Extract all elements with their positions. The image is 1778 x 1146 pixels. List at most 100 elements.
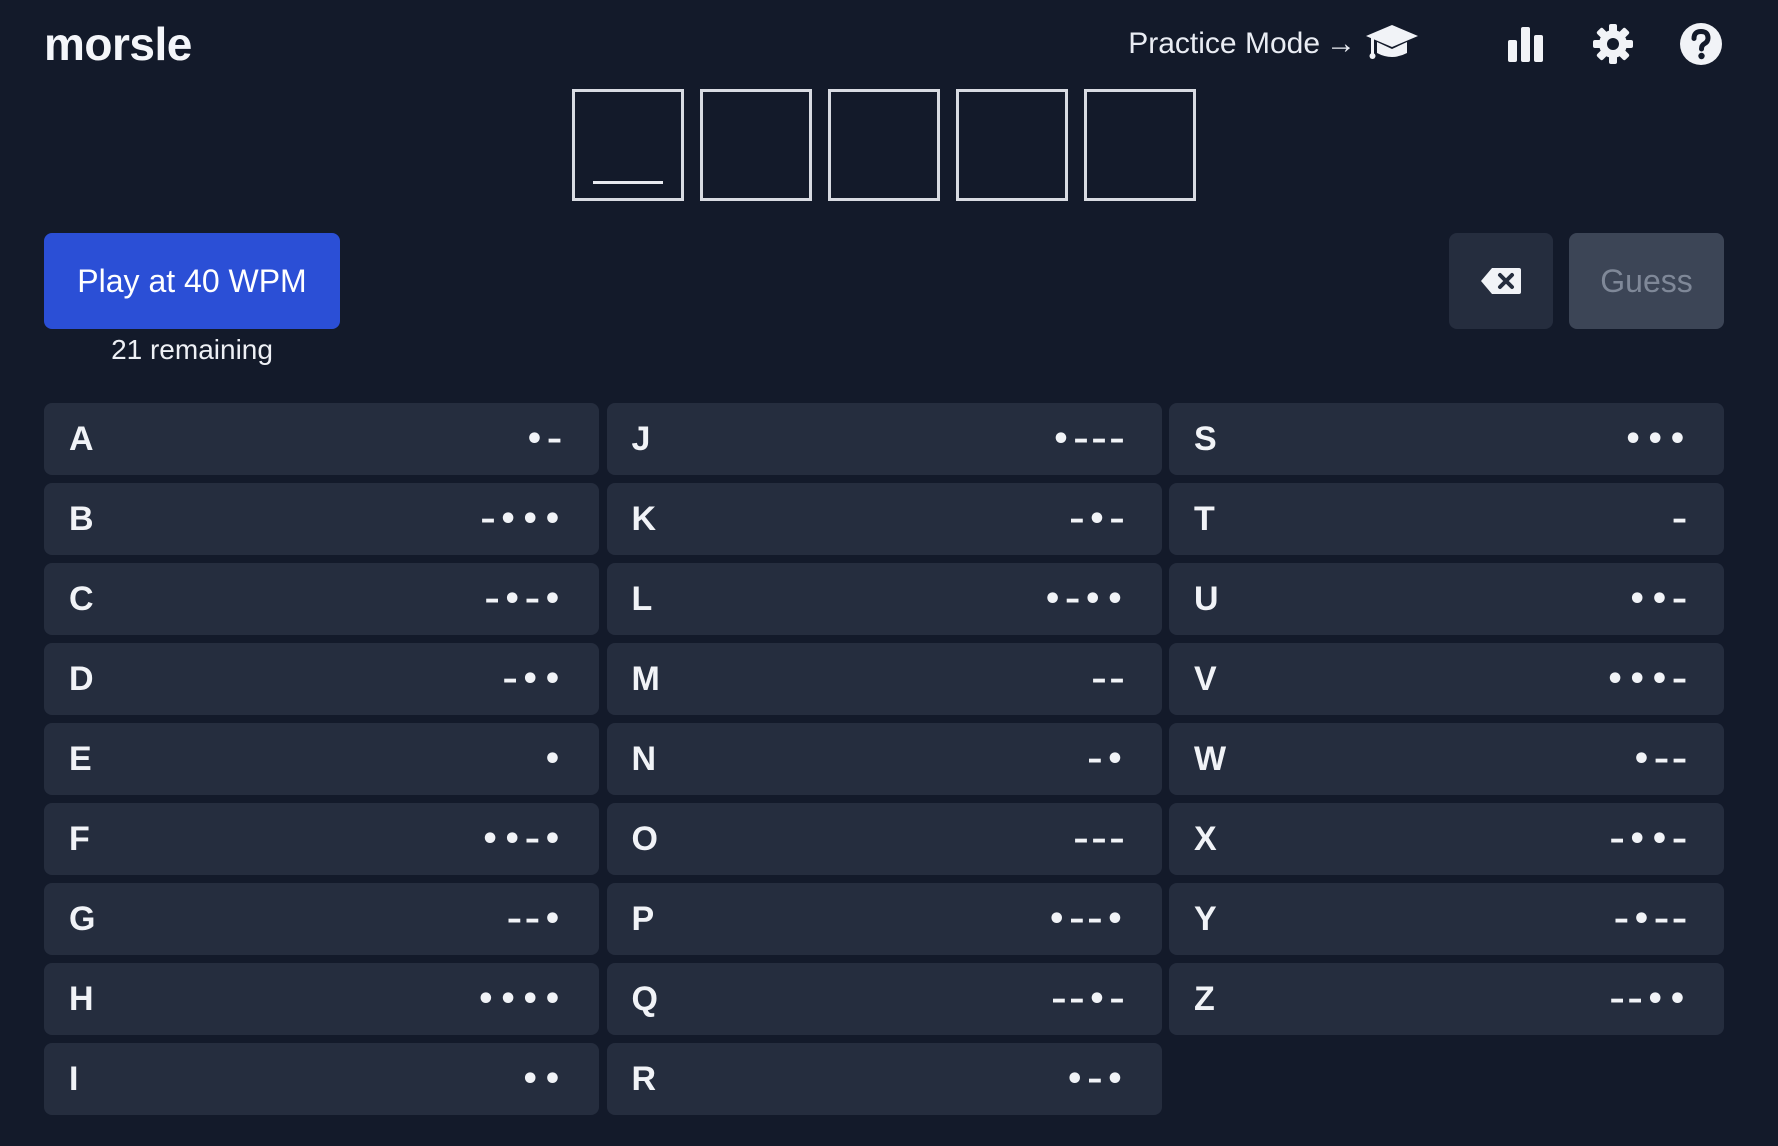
letter-key-d[interactable]: D –•• [44, 643, 599, 715]
letter-key-u[interactable]: U ••– [1169, 563, 1724, 635]
morse-code: •––• [1047, 901, 1128, 937]
stats-icon[interactable] [1502, 21, 1548, 67]
practice-mode-link[interactable]: Practice Mode → [1128, 21, 1420, 67]
key-letter: E [69, 739, 92, 778]
morse-code: ––• [506, 901, 565, 937]
morse-code: – [1672, 501, 1690, 537]
morse-code: •–– [1631, 741, 1690, 777]
key-letter: D [69, 659, 94, 698]
letter-key-c[interactable]: C –•–• [44, 563, 599, 635]
play-button[interactable]: Play at 40 WPM [44, 233, 340, 329]
letter-key-r[interactable]: R •–• [606, 1043, 1162, 1115]
graduation-cap-icon [1366, 25, 1418, 59]
morse-code: –••– [1609, 821, 1690, 857]
letter-key-a[interactable]: A •– [44, 403, 599, 475]
morse-code: –•– [1069, 501, 1128, 537]
letter-key-l[interactable]: L •–•• [606, 563, 1162, 635]
morse-code: •– [524, 421, 565, 457]
guess-slot-5 [1084, 89, 1196, 201]
backspace-button[interactable] [1449, 233, 1553, 329]
key-letter: V [1194, 659, 1217, 698]
letter-key-z[interactable]: Z ––•• [1169, 963, 1724, 1035]
letter-key-n[interactable]: N –• [606, 723, 1162, 795]
letter-key-e[interactable]: E • [44, 723, 599, 795]
morse-code: •••– [1605, 661, 1690, 697]
key-letter: A [69, 419, 94, 458]
morsle-app: morsle Practice Mode → Play at 40 WPM 21… [0, 0, 1778, 1146]
key-letter: G [69, 899, 96, 938]
key-letter: Y [1194, 899, 1217, 938]
letter-key-w[interactable]: W •–– [1169, 723, 1724, 795]
key-column: A •– B –••• C –•–• D –•• E • F ••–• G ––• H •••• I •• [44, 403, 599, 1123]
morse-code: ––•– [1051, 981, 1128, 1017]
key-letter: W [1194, 739, 1227, 778]
letter-key-k[interactable]: K –•– [606, 483, 1162, 555]
key-letter: I [69, 1059, 79, 1098]
help-icon[interactable] [1678, 21, 1724, 67]
key-letter: M [631, 659, 660, 698]
key-letter: X [1194, 819, 1217, 858]
letter-key-i[interactable]: I •• [44, 1043, 599, 1115]
key-letter: P [631, 899, 655, 938]
key-letter: U [1194, 579, 1219, 618]
letter-key-v[interactable]: V •••– [1169, 643, 1724, 715]
key-letter: N [631, 739, 657, 778]
morse-code: •• [520, 1061, 565, 1097]
arrow-right-icon: → [1326, 27, 1356, 60]
morse-code: ••• [1623, 421, 1690, 457]
guess-slots [572, 89, 1196, 201]
letter-key-p[interactable]: P •––• [606, 883, 1162, 955]
guess-slot-2 [700, 89, 812, 201]
key-column: S ••• T – U ••– V •••– W •–– X –••– Y –•–– Z ––•• [1169, 403, 1724, 1123]
letter-key-x[interactable]: X –••– [1169, 803, 1724, 875]
letter-key-o[interactable]: O ––– [606, 803, 1162, 875]
key-letter: J [631, 419, 651, 458]
key-letter: L [631, 579, 653, 618]
key-letter: T [1194, 499, 1215, 538]
key-letter: H [69, 979, 94, 1018]
practice-mode-label: Practice Mode [1128, 27, 1320, 60]
key-letter: R [631, 1059, 657, 1098]
letter-key-q[interactable]: Q ––•– [606, 963, 1162, 1035]
morse-code: ––•• [1609, 981, 1690, 1017]
letter-key-m[interactable]: M –– [606, 643, 1162, 715]
letter-key-s[interactable]: S ••• [1169, 403, 1724, 475]
morse-code: ––– [1073, 821, 1128, 857]
key-column: J •––– K –•– L •–•• M –– N –• O ––– P •––• Q ––•– R •–• [606, 403, 1162, 1123]
letter-key-y[interactable]: Y –•–– [1169, 883, 1724, 955]
header-actions: Practice Mode → [1128, 21, 1724, 67]
morse-code: •–•• [1042, 581, 1128, 617]
guess-button[interactable]: Guess [1569, 233, 1724, 329]
guess-slot-3 [828, 89, 940, 201]
input-cursor [593, 181, 663, 184]
key-letter: O [631, 819, 658, 858]
remaining-count: 21 remaining [111, 334, 273, 365]
morse-code: –•• [502, 661, 565, 697]
morse-code: ••–• [480, 821, 565, 857]
key-letter: C [69, 579, 94, 618]
backspace-icon [1481, 268, 1521, 294]
letter-key-b[interactable]: B –••• [44, 483, 599, 555]
letter-key-h[interactable]: H •••• [44, 963, 599, 1035]
key-letter: K [631, 499, 657, 538]
header: morsle Practice Mode → [44, 14, 1724, 74]
key-letter: B [69, 499, 94, 538]
guess-slot-4 [956, 89, 1068, 201]
morse-code: –– [1091, 661, 1128, 697]
morse-code: –•–• [484, 581, 565, 617]
morse-code: –•–– [1613, 901, 1690, 937]
letter-key-g[interactable]: G ––• [44, 883, 599, 955]
guess-slot-1 [572, 89, 684, 201]
letter-key-f[interactable]: F ••–• [44, 803, 599, 875]
key-letter: F [69, 819, 90, 858]
app-logo: morsle [44, 18, 192, 70]
morse-code: •••• [476, 981, 565, 1017]
letter-key-j[interactable]: J •––– [606, 403, 1162, 475]
key-letter: Z [1194, 979, 1215, 1018]
morse-code: –• [1087, 741, 1128, 777]
morse-code: • [542, 741, 565, 777]
morse-code: –••• [480, 501, 565, 537]
settings-icon[interactable] [1590, 21, 1636, 67]
letter-key-t[interactable]: T – [1169, 483, 1724, 555]
morse-code: ••– [1627, 581, 1690, 617]
